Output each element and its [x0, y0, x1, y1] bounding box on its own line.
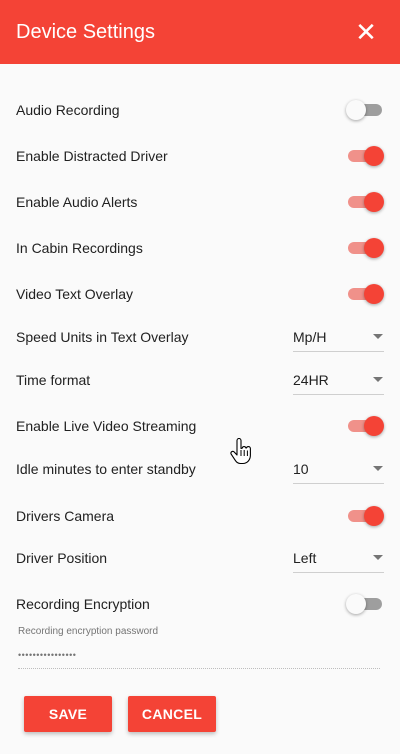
chevron-down-icon	[373, 466, 383, 471]
setting-label: Drivers Camera	[16, 508, 115, 524]
time-format-select[interactable]: 24HR	[293, 365, 384, 395]
setting-driver-position: Driver Position Left	[16, 543, 384, 573]
chevron-down-icon	[373, 334, 383, 339]
setting-label: In Cabin Recordings	[16, 240, 143, 256]
setting-label: Enable Live Video Streaming	[16, 418, 197, 434]
password-masked-value: ••••••••••••••••	[18, 650, 77, 660]
recording-encryption-toggle[interactable]	[346, 593, 384, 615]
setting-live-video-streaming: Enable Live Video Streaming	[16, 415, 384, 437]
distracted-driver-toggle[interactable]	[346, 145, 384, 167]
idle-minutes-select[interactable]: 10	[293, 454, 384, 484]
setting-label: Audio Recording	[16, 102, 120, 118]
setting-label: Speed Units in Text Overlay	[16, 329, 189, 345]
setting-recording-encryption: Recording Encryption	[16, 593, 384, 615]
chevron-down-icon	[373, 377, 383, 382]
setting-time-format: Time format 24HR	[16, 365, 384, 395]
setting-label: Enable Distracted Driver	[16, 148, 168, 164]
audio-recording-toggle[interactable]	[346, 99, 384, 121]
audio-alerts-toggle[interactable]	[346, 191, 384, 213]
setting-speed-units: Speed Units in Text Overlay Mp/H	[16, 322, 384, 352]
setting-label: Idle minutes to enter standby	[16, 461, 196, 477]
setting-video-text-overlay: Video Text Overlay	[16, 283, 384, 305]
setting-label: Driver Position	[16, 550, 108, 566]
chevron-down-icon	[373, 555, 383, 560]
setting-drivers-camera: Drivers Camera	[16, 505, 384, 527]
dialog-header: Device Settings ✕	[0, 0, 400, 64]
setting-distracted-driver: Enable Distracted Driver	[16, 145, 384, 167]
encryption-password-input[interactable]: ••••••••••••••••	[18, 645, 380, 669]
setting-label: Enable Audio Alerts	[16, 194, 138, 210]
setting-audio-recording: Audio Recording	[16, 99, 384, 121]
setting-in-cabin-recordings: In Cabin Recordings	[16, 237, 384, 259]
select-value: 24HR	[293, 371, 329, 388]
setting-idle-minutes: Idle minutes to enter standby 10	[16, 454, 384, 484]
select-value: Left	[293, 549, 317, 566]
live-video-streaming-toggle[interactable]	[346, 415, 384, 437]
close-icon[interactable]: ✕	[352, 18, 380, 46]
setting-audio-alerts: Enable Audio Alerts	[16, 191, 384, 213]
setting-label: Video Text Overlay	[16, 286, 133, 302]
drivers-camera-toggle[interactable]	[346, 505, 384, 527]
select-value: 10	[293, 460, 309, 477]
select-value: Mp/H	[293, 328, 327, 345]
save-button[interactable]: SAVE	[24, 696, 112, 732]
setting-label: Recording Encryption	[16, 596, 150, 612]
password-field-label: Recording encryption password	[18, 626, 159, 637]
in-cabin-recordings-toggle[interactable]	[346, 237, 384, 259]
dialog-title: Device Settings	[16, 20, 155, 43]
driver-position-select[interactable]: Left	[293, 543, 384, 573]
setting-label: Time format	[16, 372, 91, 388]
video-text-overlay-toggle[interactable]	[346, 283, 384, 305]
cancel-button[interactable]: CANCEL	[128, 696, 216, 732]
speed-units-select[interactable]: Mp/H	[293, 322, 384, 352]
